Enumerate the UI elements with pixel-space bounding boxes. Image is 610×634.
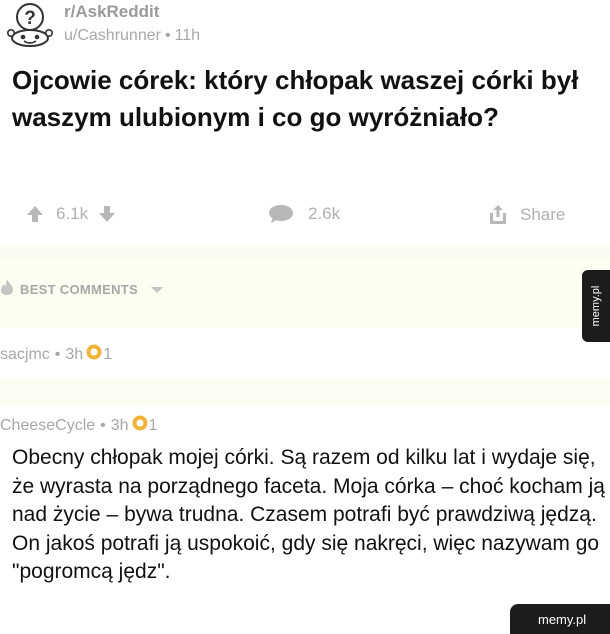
snoo-question-icon[interactable]: ?: [6, 2, 54, 48]
comments-button[interactable]: 2.6k: [268, 204, 340, 224]
watermark-side: memy.pl: [582, 270, 610, 342]
post-actions: 6.1k 2.6k Share: [0, 190, 610, 242]
post-title[interactable]: Ojcowie córek: który chłopak waszej córk…: [12, 62, 602, 136]
award-icon: [132, 415, 148, 436]
comment-age: 3h: [110, 416, 129, 434]
vote-count: 6.1k: [56, 204, 89, 223]
watermark-side-label: memy.pl: [590, 285, 602, 327]
comment-age: 3h: [65, 345, 84, 363]
post-meta: u/Cashrunner • 11h: [64, 27, 200, 45]
comment-author[interactable]: CheeseCycle: [0, 417, 95, 435]
meta-separator: •: [100, 416, 106, 434]
comment-header: CheeseCycle • 3h 1: [0, 415, 157, 436]
share-icon: [488, 204, 508, 226]
meta-separator: •: [54, 345, 61, 363]
subreddit-link[interactable]: r/AskReddit: [64, 2, 159, 22]
award-count: 1: [103, 345, 113, 363]
arrow-down-icon[interactable]: [98, 205, 116, 223]
award-count: 1: [148, 416, 158, 434]
comment-author[interactable]: sacjmc: [0, 346, 50, 364]
sort-label: BEST COMMENTS: [20, 282, 139, 297]
sort-bar: BEST COMMENTS: [0, 258, 610, 328]
watermark-corner: memy.pl: [510, 604, 610, 634]
post-header: ? r/AskReddit u/Cashrunner • 11h: [0, 0, 610, 50]
speech-bubble-icon: [268, 204, 294, 224]
arrow-up-icon[interactable]: [26, 205, 44, 223]
award-icon: [86, 344, 102, 365]
meta-separator: •: [164, 27, 171, 44]
svg-text:?: ?: [24, 8, 36, 29]
vote-group: 6.1k: [26, 204, 116, 224]
chevron-down-icon: [150, 281, 164, 299]
share-button[interactable]: Share: [488, 204, 565, 226]
comment-count: 2.6k: [308, 204, 341, 223]
post-age: 11h: [174, 27, 201, 44]
flame-icon: [0, 278, 14, 301]
comment-header: sacjmc • 3h 1: [0, 344, 112, 365]
watermark-corner-label: memy.pl: [538, 612, 587, 627]
share-label: Share: [520, 205, 566, 224]
comment-divider: [0, 378, 610, 406]
author-link[interactable]: u/Cashrunner: [64, 27, 161, 44]
section-divider: [0, 246, 610, 258]
sort-dropdown[interactable]: BEST COMMENTS: [0, 278, 164, 301]
comment-body: Obecny chłopak mojej córki. Są razem od …: [12, 446, 605, 583]
